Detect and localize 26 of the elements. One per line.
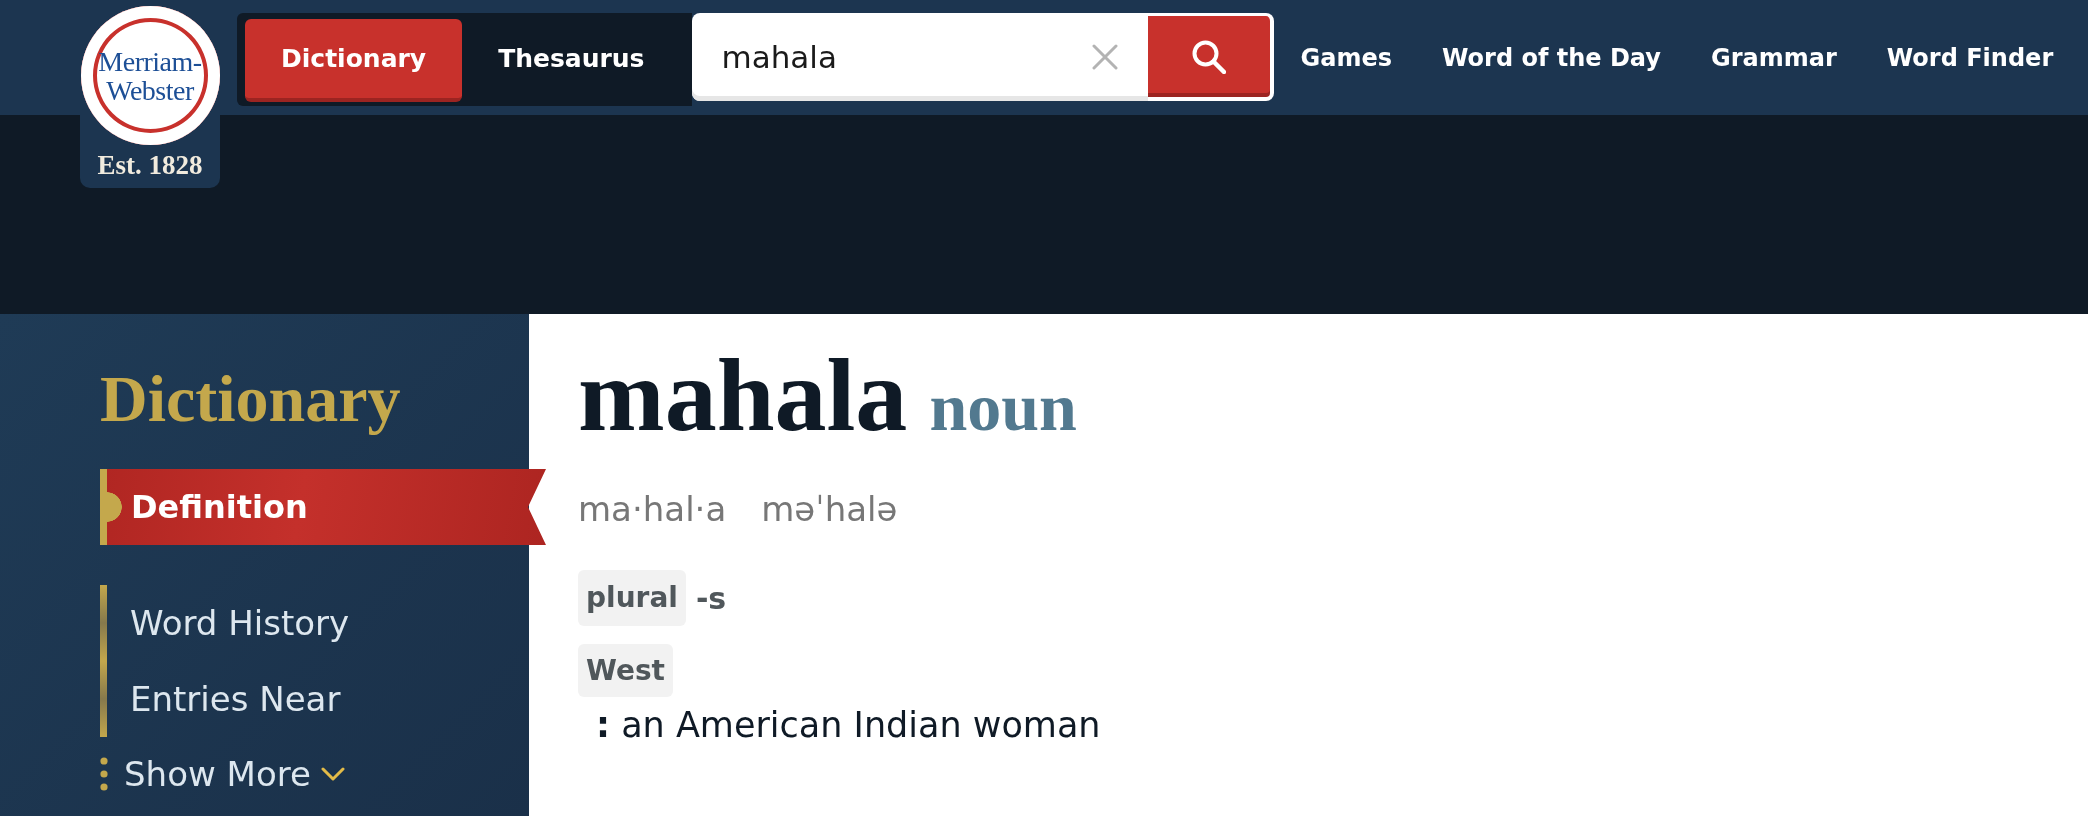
nav-link[interactable]: Grammar: [1710, 43, 1837, 72]
close-icon: [1091, 44, 1118, 70]
headword: mahala: [578, 343, 908, 447]
search-button[interactable]: [1147, 13, 1274, 101]
inflection-form: -s: [695, 580, 727, 616]
definition-text: : an American Indian woman: [596, 705, 1101, 745]
search-icon: [1191, 39, 1226, 74]
logo-wordmark: Merriam-Webster: [97, 46, 203, 105]
nav-link[interactable]: Word of the Day: [1442, 43, 1661, 72]
chevron-down-icon: [320, 767, 345, 781]
part-of-speech: noun: [929, 368, 1077, 447]
sidebar-item[interactable]: Entries Near: [100, 661, 349, 737]
tab[interactable]: Thesaurus: [462, 19, 681, 102]
show-more-button[interactable]: Show More: [124, 754, 345, 794]
nav-link[interactable]: Word Finder: [1886, 43, 2054, 72]
sidebar-item[interactable]: Definition: [100, 469, 546, 545]
usage-label: West: [578, 644, 673, 697]
logo-tagline: Est. 1828: [97, 150, 203, 180]
inflection-label: plural: [578, 570, 686, 626]
search-field[interactable]: mahala: [691, 13, 1082, 101]
hyphenation: ma·hal·a: [578, 489, 727, 529]
vertical-dots-icon: [100, 757, 108, 791]
sidebar-item[interactable]: Word History: [100, 585, 358, 661]
tab[interactable]: Dictionary: [245, 19, 463, 102]
pronunciation: məˈhalə: [761, 489, 898, 529]
nav-link[interactable]: Games: [1300, 43, 1392, 72]
